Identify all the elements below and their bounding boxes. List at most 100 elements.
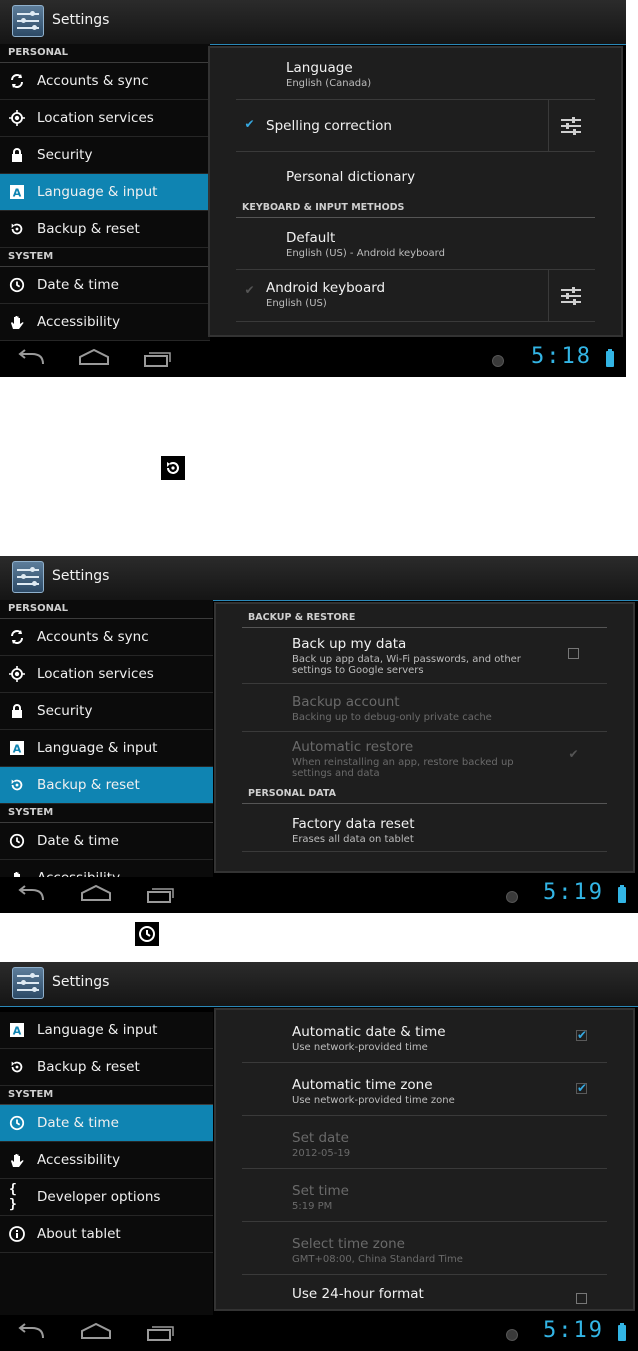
- notification-icon[interactable]: [506, 891, 518, 903]
- sidebar-item-label: Accessibility: [37, 1152, 121, 1168]
- home-icon[interactable]: [80, 1321, 112, 1341]
- language-icon: A: [9, 184, 25, 200]
- row-title: Set date: [292, 1130, 349, 1146]
- backup-my-data-row[interactable]: Back up my data Back up app data, Wi-Fi …: [242, 628, 607, 684]
- sidebar-item-date-time[interactable]: Date & time: [0, 823, 213, 860]
- battery-icon: [606, 349, 614, 367]
- factory-reset-row[interactable]: Factory data reset Erases all data on ta…: [242, 804, 607, 852]
- backup-icon: [9, 1059, 25, 1075]
- android-keyboard-row[interactable]: ✔ Android keyboard English (US): [236, 270, 595, 322]
- sidebar-item-label: Accessibility: [37, 314, 121, 330]
- sidebar-item-accounts-sync[interactable]: Accounts & sync: [0, 63, 210, 100]
- sidebar-item-label: Language & input: [37, 1022, 158, 1038]
- automatic-date-time-row[interactable]: Automatic date & time Use network-provid…: [242, 1010, 607, 1063]
- recent-apps-icon[interactable]: [146, 1323, 176, 1341]
- home-icon[interactable]: [78, 347, 110, 367]
- action-bar: Settings: [0, 0, 626, 45]
- sidebar-item-label: Backup & reset: [37, 1059, 140, 1075]
- hand-icon: [9, 314, 25, 330]
- back-icon[interactable]: [16, 349, 46, 367]
- restore-checkbox[interactable]: ✔: [568, 748, 579, 761]
- sidebar-section-header: SYSTEM: [0, 248, 210, 267]
- back-icon[interactable]: [16, 885, 46, 903]
- sidebar-item-about-tablet[interactable]: About tablet: [0, 1216, 213, 1253]
- row-title: Select time zone: [292, 1236, 405, 1252]
- sidebar-item-date-time[interactable]: Date & time: [0, 267, 210, 304]
- select-time-zone-row[interactable]: Select time zone GMT+08:00, China Standa…: [242, 1222, 607, 1275]
- sidebar-item-label: Date & time: [37, 277, 119, 293]
- set-date-row[interactable]: Set date 2012-05-19: [242, 1116, 607, 1169]
- recent-apps-icon[interactable]: [143, 349, 173, 367]
- notification-icon[interactable]: [492, 355, 504, 367]
- sidebar-item-language-input[interactable]: A Language & input: [0, 730, 213, 767]
- language-row[interactable]: Language English (Canada): [236, 48, 595, 100]
- row-summary: Backing up to debug-only private cache: [292, 712, 492, 723]
- hand-icon: [9, 870, 25, 877]
- default-keyboard-row[interactable]: Default English (US) - Android keyboard: [236, 218, 595, 270]
- sidebar-item-accessibility[interactable]: Accessibility: [0, 304, 210, 341]
- settings-app-icon[interactable]: [12, 561, 44, 593]
- sidebar-item-backup-reset[interactable]: Backup & reset: [0, 1049, 213, 1086]
- sidebar-item-accessibility[interactable]: Accessibility: [0, 860, 213, 877]
- sync-icon: [9, 629, 25, 645]
- use-24-hour-checkbox[interactable]: [576, 1293, 587, 1304]
- row-title: Use 24-hour format: [292, 1286, 424, 1302]
- sliders-icon: [561, 116, 581, 135]
- back-icon[interactable]: [16, 1323, 46, 1341]
- personal-dictionary-row[interactable]: Personal dictionary: [236, 152, 595, 198]
- sidebar-item-backup-reset[interactable]: Backup & reset: [0, 767, 213, 804]
- android-keyboard-settings-button[interactable]: [548, 270, 595, 321]
- automatic-time-zone-row[interactable]: Automatic time zone Use network-provided…: [242, 1063, 607, 1116]
- sidebar-item-security[interactable]: Security: [0, 137, 210, 174]
- backup-icon: [161, 456, 185, 480]
- settings-app-icon[interactable]: [12, 967, 44, 999]
- sidebar-item-backup-reset[interactable]: Backup & reset: [0, 211, 210, 248]
- status-clock[interactable]: 5:19: [543, 880, 604, 905]
- settings-sidebar: PERSONAL Accounts & sync Location services…: [0, 600, 213, 877]
- battery-icon: [618, 1323, 626, 1341]
- row-summary: When reinstalling an app, restore backed…: [292, 757, 514, 779]
- sidebar-item-developer-options[interactable]: { } Developer options: [0, 1179, 213, 1216]
- home-icon[interactable]: [80, 883, 112, 903]
- date-time-panel: Automatic date & time Use network-provid…: [214, 1008, 635, 1311]
- android-keyboard-checkbox[interactable]: ✔: [244, 284, 255, 297]
- row-title: Automatic time zone: [292, 1077, 433, 1093]
- sidebar-item-location-services[interactable]: Location services: [0, 656, 213, 693]
- lock-icon: [9, 147, 25, 163]
- backup-checkbox[interactable]: [568, 648, 579, 659]
- auto-date-time-checkbox[interactable]: ✔: [576, 1029, 587, 1041]
- sidebar-item-language-input[interactable]: A Language & input: [0, 174, 210, 211]
- sidebar-item-accounts-sync[interactable]: Accounts & sync: [0, 619, 213, 656]
- backup-reset-panel: BACKUP & RESTORE Back up my data Back up…: [214, 602, 635, 873]
- backup-account-row[interactable]: Backup account Backing up to debug-only …: [242, 684, 607, 732]
- recent-apps-icon[interactable]: [146, 885, 176, 903]
- screenshot-backup-reset: Settings PERSONAL Accounts & sync Location…: [0, 556, 638, 913]
- app-title: Settings: [52, 568, 110, 584]
- sidebar-item-location-services[interactable]: Location services: [0, 100, 210, 137]
- auto-time-zone-checkbox[interactable]: ✔: [576, 1082, 587, 1094]
- app-title: Settings: [52, 974, 110, 990]
- sidebar-section-header: PERSONAL: [0, 44, 210, 63]
- status-clock[interactable]: 5:19: [543, 1318, 604, 1343]
- status-clock[interactable]: 5:18: [531, 344, 592, 369]
- settings-app-icon[interactable]: [12, 5, 44, 37]
- sidebar-item-accessibility[interactable]: Accessibility: [0, 1142, 213, 1179]
- section-header: BACKUP & RESTORE: [242, 604, 607, 628]
- automatic-restore-row[interactable]: Automatic restore When reinstalling an a…: [242, 732, 607, 784]
- notification-icon[interactable]: [506, 1329, 518, 1341]
- braces-icon: { }: [9, 1182, 17, 1212]
- battery-icon: [618, 885, 626, 903]
- svg-text:A: A: [13, 1025, 22, 1038]
- sidebar-item-security[interactable]: Security: [0, 693, 213, 730]
- sidebar-item-label: Accessibility: [37, 870, 120, 877]
- spelling-checkbox[interactable]: ✔: [244, 118, 255, 131]
- spelling-settings-button[interactable]: [548, 100, 595, 151]
- sidebar-item-date-time[interactable]: Date & time: [0, 1105, 213, 1142]
- spelling-correction-row[interactable]: ✔ Spelling correction: [236, 100, 595, 152]
- set-time-row[interactable]: Set time 5:19 PM: [242, 1169, 607, 1222]
- row-summary: 2012-05-19: [292, 1148, 351, 1159]
- location-icon: [9, 666, 25, 682]
- use-24-hour-row[interactable]: Use 24-hour format: [242, 1275, 607, 1309]
- row-summary: Erases all data on tablet: [292, 834, 414, 845]
- sidebar-item-language-input[interactable]: A Language & input: [0, 1012, 213, 1049]
